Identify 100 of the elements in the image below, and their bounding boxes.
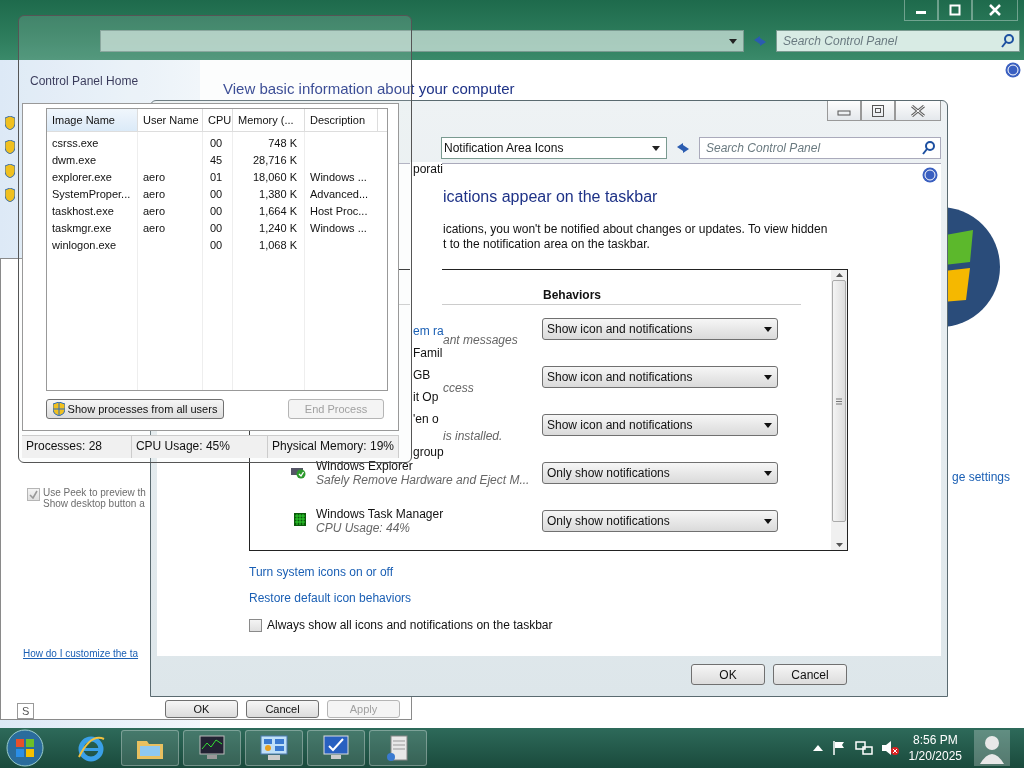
behavior-dropdown[interactable]: Only show notifications <box>542 510 778 532</box>
column-header[interactable]: Description <box>305 109 378 131</box>
muted-speaker-icon[interactable] <box>880 740 899 756</box>
text-fragment: em ra <box>413 324 442 338</box>
taskbar-button[interactable] <box>245 730 303 766</box>
dialog-button[interactable]: Cancel <box>246 700 319 718</box>
task-manager-icon <box>294 513 306 526</box>
table-cell: 748 K <box>268 136 297 149</box>
app-name: Windows Task Manager <box>316 507 445 521</box>
table-cell: dwm.exe <box>52 153 97 166</box>
table-cell: 18,060 K <box>252 170 297 183</box>
table-cell: Advanced... <box>310 187 369 200</box>
shield-icon <box>5 140 15 154</box>
search-field[interactable]: Search Control Panel <box>699 137 941 159</box>
status-text: Physical Memory: 19% <box>267 436 399 458</box>
shield-icon <box>52 402 65 416</box>
behavior-dropdown[interactable]: Show icon and notifications <box>542 414 778 436</box>
table-cell: explorer.exe <box>52 170 112 183</box>
taskbar-button[interactable] <box>183 730 241 766</box>
sidebar-link[interactable]: Control Panel Home <box>30 74 200 88</box>
table-cell: 00 <box>210 221 223 234</box>
refresh-icon[interactable] <box>675 141 691 155</box>
taskbar-button[interactable] <box>307 730 365 766</box>
app-description: ccess <box>443 381 475 395</box>
address-field[interactable]: Notification Area Icons <box>441 137 667 159</box>
table-cell: aero <box>143 170 166 183</box>
table-cell: SystemProper... <box>52 187 131 200</box>
table-cell: aero <box>143 187 166 200</box>
table-cell: 00 <box>210 187 223 200</box>
caret-icon <box>764 518 772 524</box>
table-cell: taskmgr.exe <box>52 221 112 234</box>
taskbar-button[interactable] <box>121 730 179 766</box>
caret-icon[interactable] <box>652 145 660 151</box>
search-field[interactable]: Search Control Panel <box>776 30 1020 52</box>
shield-icon <box>5 188 15 202</box>
start-button[interactable] <box>5 728 45 768</box>
help-icon[interactable] <box>922 167 938 183</box>
text-fragment: GB <box>413 368 432 382</box>
table-cell: winlogon.exe <box>52 238 117 251</box>
close-icon[interactable] <box>910 104 926 117</box>
app-description: CPU Usage: 44% <box>316 521 412 535</box>
show-desktop-button[interactable] <box>974 730 1010 766</box>
search-icon <box>1001 34 1015 48</box>
dialog-button[interactable]: OK <box>165 700 238 718</box>
description-text: ications, you won't be notified about changes or updates. To view hidden t to the notification area on the taskbar. <box>443 222 829 252</box>
caret-icon <box>764 470 772 476</box>
app-description: ant messages <box>443 333 519 347</box>
checkbox-label: Always show all icons and notifications on the taskbar <box>267 618 553 632</box>
help-link[interactable]: How do I customize the ta <box>23 648 139 659</box>
table-cell: 00 <box>210 204 223 217</box>
caret-icon <box>764 374 772 380</box>
checkmark-icon <box>29 490 38 499</box>
shield-icon <box>5 164 15 178</box>
table-cell: Windows ... <box>310 170 367 183</box>
behavior-dropdown[interactable]: Show icon and notifications <box>542 318 778 340</box>
grip-icon <box>836 397 842 405</box>
tab[interactable]: S <box>17 703 35 719</box>
table-cell: Host Proc... <box>310 204 368 217</box>
table-cell: 28,716 K <box>252 153 297 166</box>
checkbox-label: Use Peek to preview th Show desktop button a <box>43 487 146 509</box>
dialog-button[interactable]: Cancel <box>773 664 847 685</box>
clock[interactable]: 8:56 PM 1/20/2025 <box>908 732 962 764</box>
settings-link[interactable]: ge settings <box>952 470 1011 484</box>
behavior-dropdown[interactable]: Show icon and notifications <box>542 366 778 388</box>
page-heading: ications appear on the taskbar <box>443 188 659 206</box>
app-name: Windows Explorer <box>316 459 414 473</box>
app-description: Safely Remove Hardware and Eject M... <box>316 473 531 487</box>
scrollbar[interactable] <box>831 270 847 550</box>
process-button[interactable]: Show processes from all users <box>46 399 224 419</box>
dialog-button[interactable]: OK <box>691 664 765 685</box>
table-cell: 00 <box>210 238 223 251</box>
caret-icon[interactable] <box>729 38 737 44</box>
column-header[interactable]: Memory (... <box>233 109 305 131</box>
table-cell: aero <box>143 221 166 234</box>
behavior-dropdown[interactable]: Only show notifications <box>542 462 778 484</box>
table-cell: 1,380 K <box>259 187 297 200</box>
scroll-up-icon[interactable] <box>835 273 843 277</box>
show-hidden-icons-icon[interactable] <box>812 744 823 752</box>
address-field[interactable] <box>100 30 744 52</box>
column-header[interactable]: CPU <box>203 109 233 131</box>
column-header[interactable]: Image Name <box>47 109 138 131</box>
control-panel-icon <box>259 734 289 762</box>
help-icon[interactable] <box>1005 62 1021 78</box>
scroll-down-icon[interactable] <box>835 543 843 547</box>
taskbar-button[interactable] <box>369 730 427 766</box>
monitor-icon <box>321 734 351 762</box>
usb-device-icon <box>290 465 306 479</box>
shield-icon <box>5 116 15 130</box>
network-icon[interactable] <box>854 740 873 756</box>
column-header[interactable]: User Name <box>138 109 203 131</box>
table-cell: aero <box>143 204 166 217</box>
caret-icon <box>764 326 772 332</box>
link[interactable]: Restore default icon behaviors <box>249 591 412 605</box>
restore-icon[interactable] <box>871 104 885 117</box>
status-text: CPU Usage: 45% <box>131 436 268 458</box>
search-icon <box>922 141 936 155</box>
link[interactable]: Turn system icons on or off <box>249 565 394 579</box>
flag-icon[interactable] <box>830 740 847 756</box>
table-cell: Windows ... <box>310 221 367 234</box>
checkbox[interactable] <box>249 619 262 632</box>
